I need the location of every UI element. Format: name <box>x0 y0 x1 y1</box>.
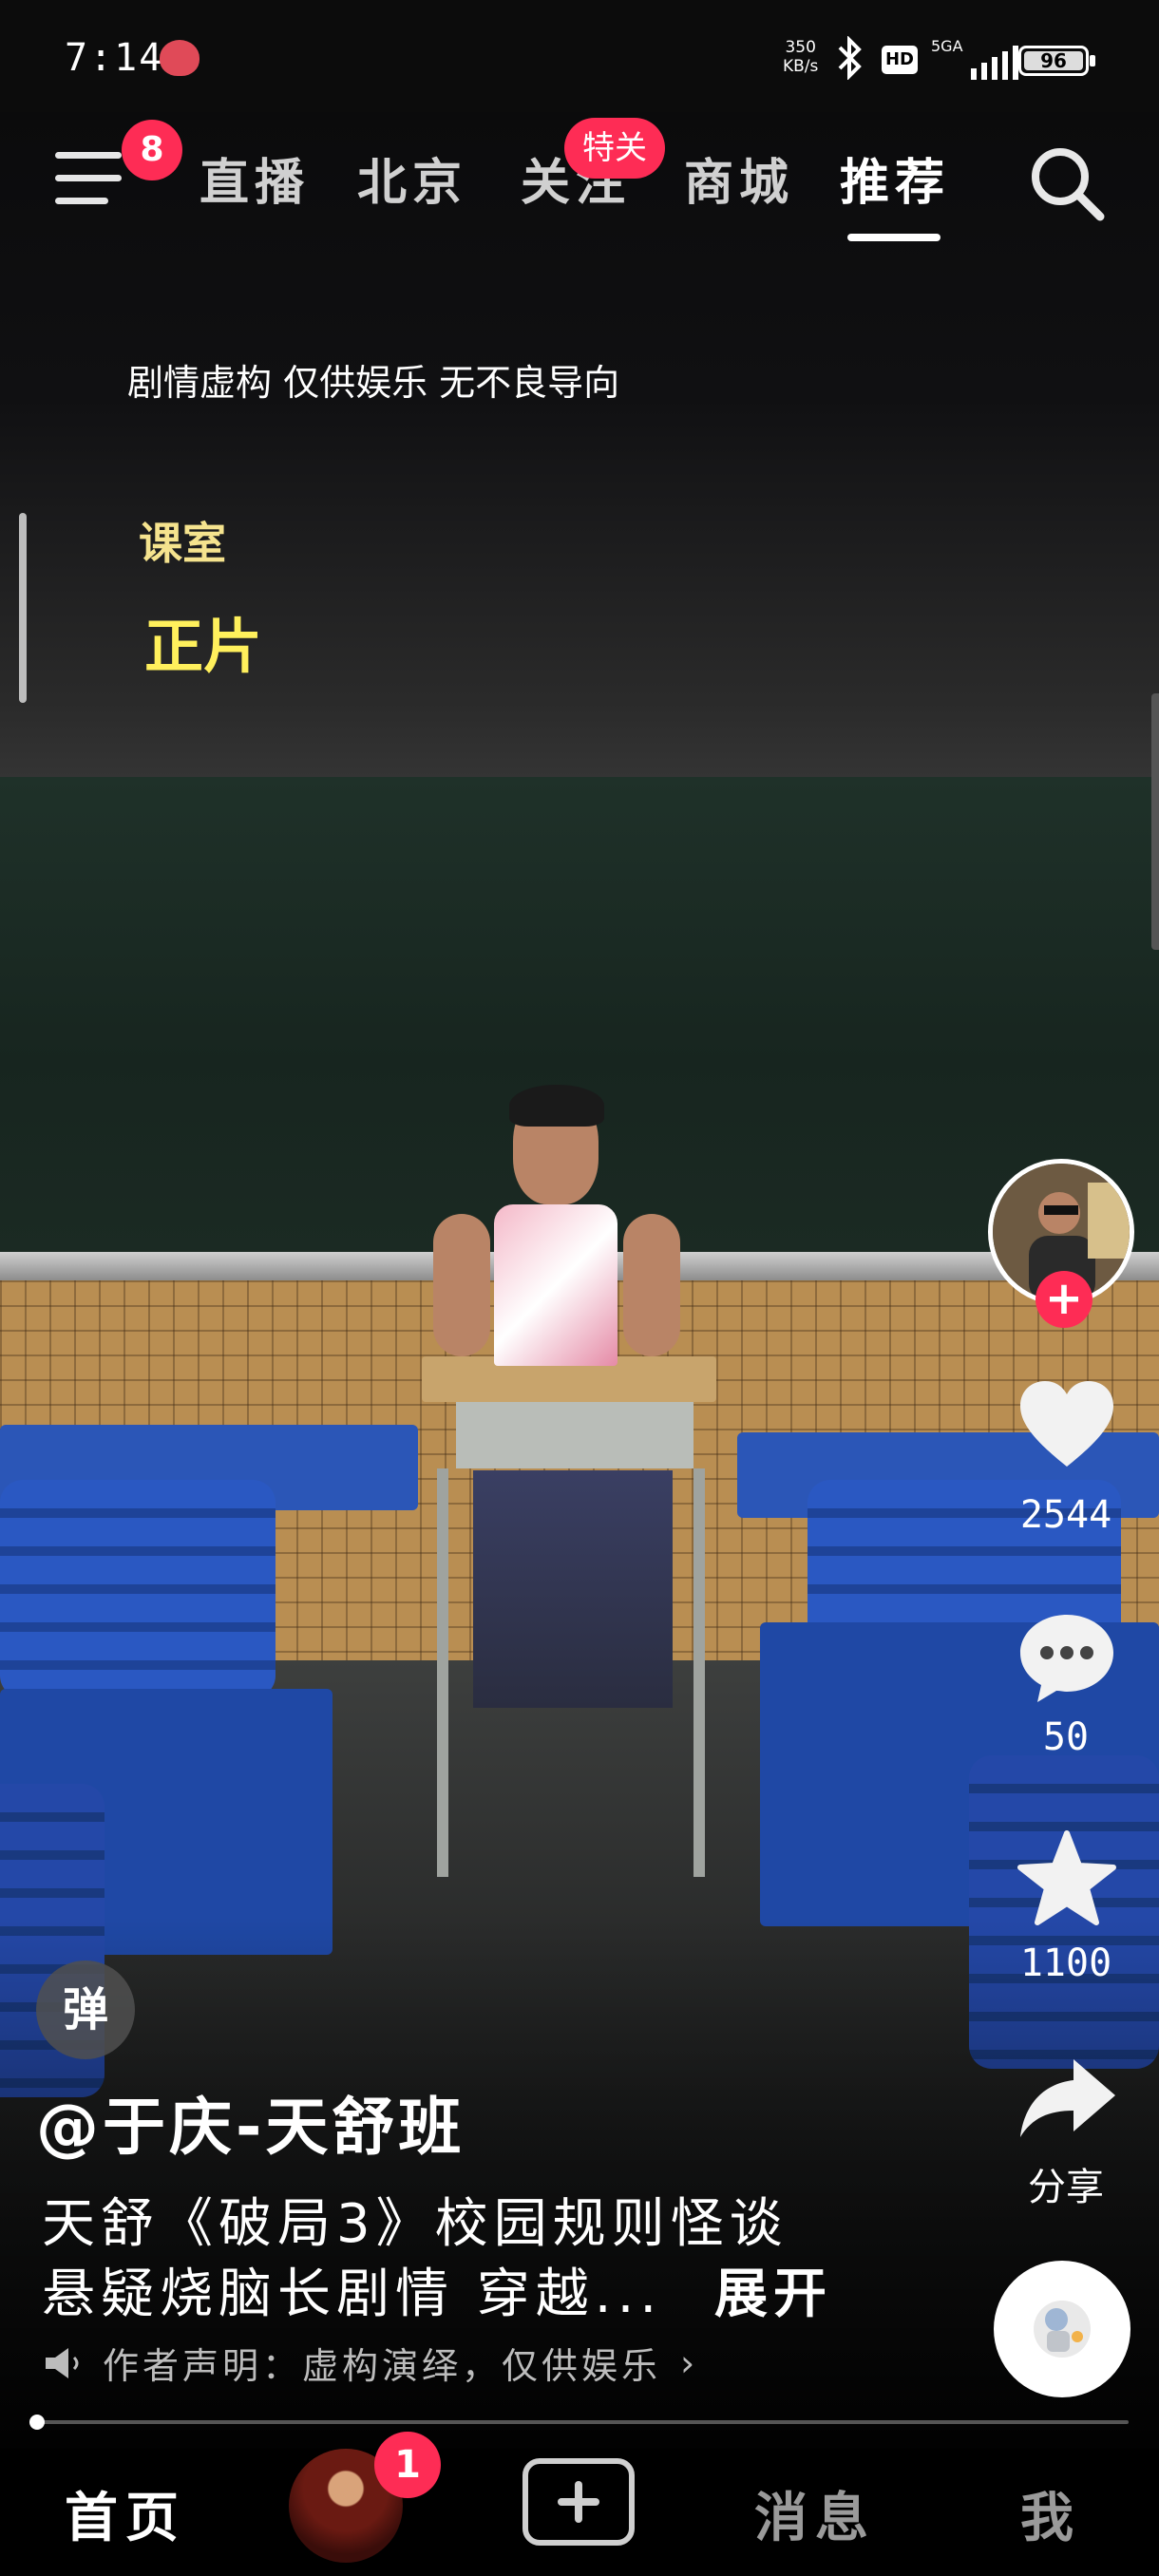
nav-friends-badge: 1 <box>374 2432 441 2498</box>
comment-icon[interactable] <box>1015 1605 1119 1710</box>
network-speed-unit: KB/s <box>783 57 819 76</box>
comment-count: 50 <box>1042 1715 1090 1759</box>
scene-title: 正片 <box>144 612 263 681</box>
left-drawer-handle[interactable] <box>19 513 27 703</box>
author-statement-text: 作者声明：虚构演绎，仅供娱乐 <box>103 2345 662 2387</box>
following-special-badge: 特关 <box>564 118 665 179</box>
student-torso <box>494 1204 618 1366</box>
tab-mall[interactable]: 商城 <box>684 142 794 214</box>
menu-badge: 8 <box>122 120 182 180</box>
share-arrow-icon[interactable] <box>1015 2050 1119 2154</box>
tab-live[interactable]: 直播 <box>200 142 310 214</box>
desk-leg-right <box>694 1468 705 1877</box>
tab-recommend[interactable]: 推荐 <box>840 142 950 214</box>
nav-messages[interactable]: 消息 <box>754 2475 876 2552</box>
battery-icon: 96 <box>1018 46 1095 76</box>
status-bar: 7:14 350 KB/s HD 5GA 96 <box>0 0 1159 112</box>
network-type: 5GA <box>931 37 963 55</box>
battery-level: 96 <box>1024 51 1083 70</box>
bluetooth-icon <box>836 35 864 89</box>
search-icon[interactable] <box>1024 141 1110 226</box>
app-notification-icon <box>160 40 200 76</box>
student-legs <box>473 1470 673 1708</box>
menu-icon[interactable] <box>55 152 122 209</box>
chair-left <box>0 1480 276 1698</box>
network-speed-value: 350 <box>785 38 816 57</box>
share-label: 分享 <box>1028 2166 1104 2209</box>
hd-badge: HD <box>882 46 918 74</box>
favorite-star-icon[interactable] <box>1015 1828 1119 1932</box>
caption-line-2: 悬疑烧脑长剧情 穿越... <box>42 2263 663 2325</box>
favorite-count: 1100 <box>1019 1941 1112 1985</box>
speaker-icon <box>46 2347 79 2378</box>
expand-caption-button[interactable]: 展开 <box>714 2251 832 2328</box>
signal-bars-icon <box>971 42 1018 80</box>
create-post-button[interactable] <box>522 2458 635 2546</box>
follow-plus-button[interactable]: + <box>1036 1271 1092 1328</box>
chevron-right-icon: › <box>680 2341 699 2384</box>
status-time: 7:14 <box>65 36 164 80</box>
student-hair <box>509 1085 604 1127</box>
center-desk-drawer <box>456 1402 694 1468</box>
progress-handle[interactable] <box>28 2415 45 2430</box>
student-arm-left <box>433 1214 490 1356</box>
active-tab-indicator <box>847 234 940 241</box>
like-heart-icon[interactable] <box>1015 1373 1119 1478</box>
danmu-toggle-button[interactable]: 弹 <box>36 1960 135 2059</box>
scene-label: 课室 <box>139 518 226 569</box>
student-arm-right <box>623 1214 680 1356</box>
desk-leg-left <box>437 1468 448 1877</box>
video-disclaimer: 剧情虚构 仅供娱乐 无不良导向 <box>127 362 620 404</box>
music-disc-icon[interactable] <box>994 2261 1130 2397</box>
tab-local[interactable]: 北京 <box>357 142 467 214</box>
network-speed: 350 KB/s <box>783 38 818 76</box>
right-drawer-handle[interactable] <box>1151 693 1159 950</box>
author-statement[interactable]: 作者声明：虚构演绎，仅供娱乐 › <box>42 2337 698 2389</box>
caption-line-1: 天舒《破局3》校园规则怪谈 <box>42 2193 788 2255</box>
video-progress-bar[interactable] <box>28 2415 1129 2430</box>
nav-home[interactable]: 首页 <box>65 2475 186 2552</box>
author-name[interactable]: @于庆-天舒班 <box>36 2076 465 2168</box>
top-nav: 8 直播 北京 关注 特关 商城 推荐 <box>0 112 1159 255</box>
nav-me[interactable]: 我 <box>1020 2475 1081 2552</box>
like-count: 2544 <box>1019 1493 1112 1537</box>
